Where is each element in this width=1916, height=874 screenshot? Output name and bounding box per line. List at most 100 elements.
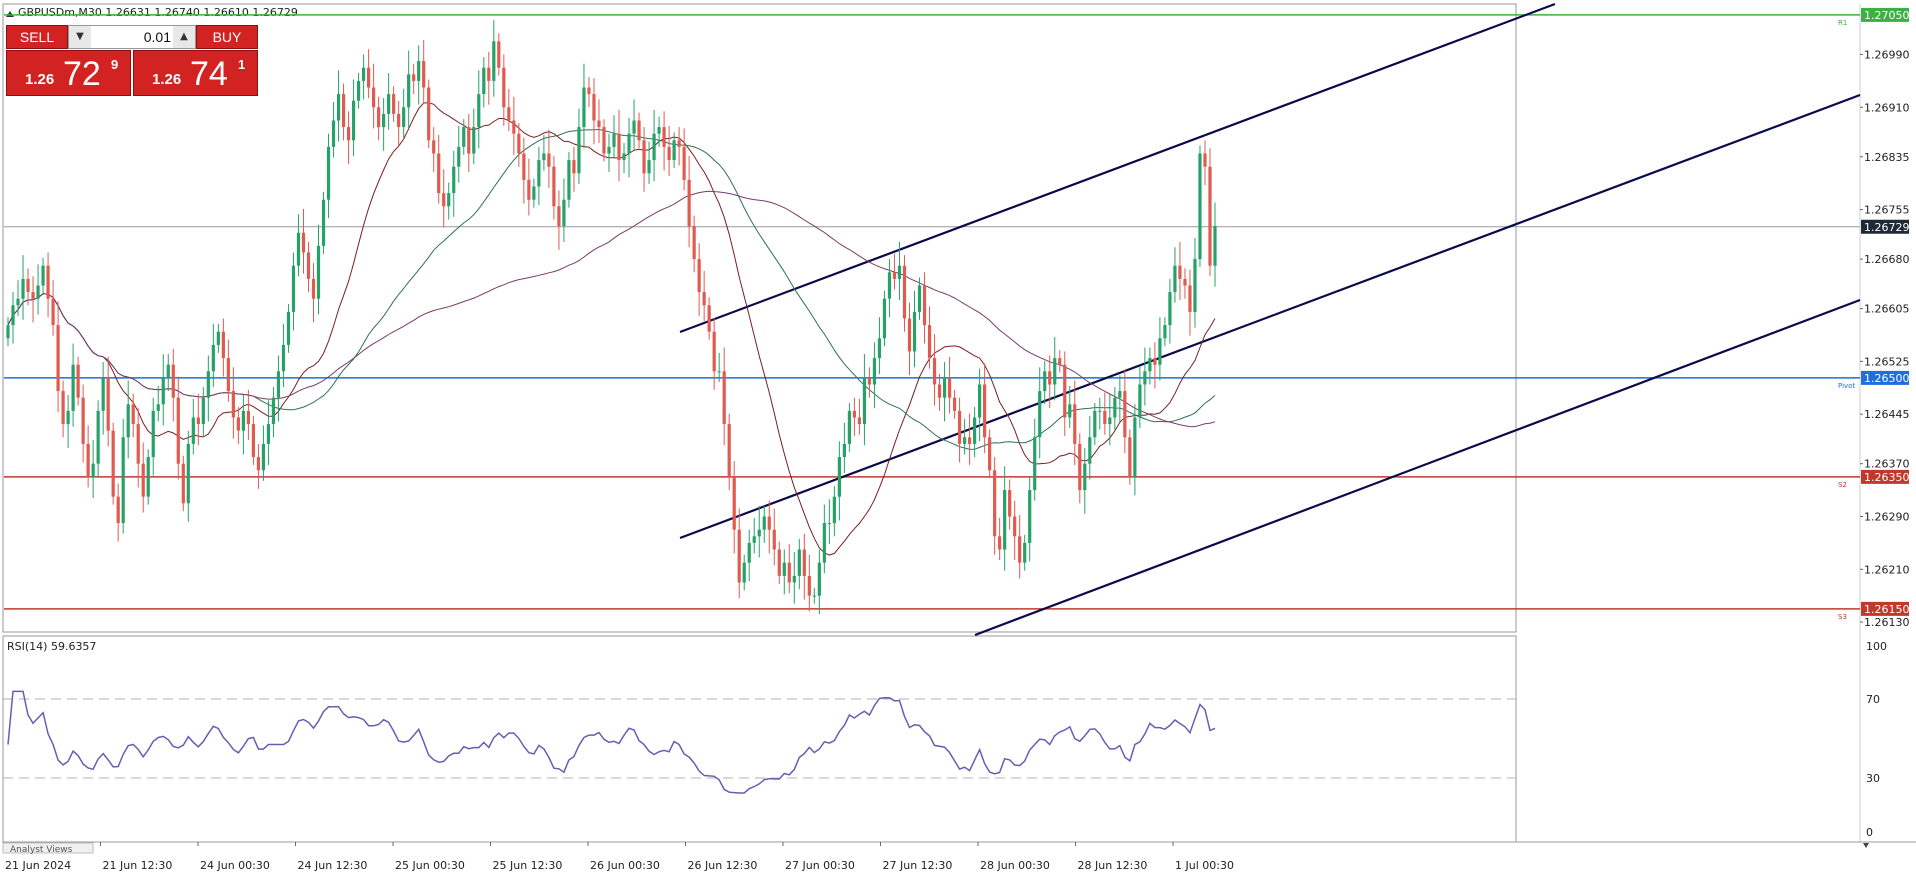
- price-axis-label: 1.26990: [1864, 48, 1910, 61]
- candle: [842, 422, 846, 473]
- time-axis-label: 26 Jun 12:30: [688, 859, 758, 872]
- candle: [366, 49, 371, 99]
- candle: [802, 533, 806, 600]
- sell-button[interactable]: SELL: [6, 25, 68, 49]
- candle: [837, 441, 841, 521]
- candle: [1088, 416, 1092, 480]
- candle: [442, 169, 446, 228]
- candle: [747, 529, 751, 582]
- candle: [392, 86, 396, 122]
- candle: [622, 142, 626, 174]
- candle: [727, 413, 731, 491]
- candle: [988, 429, 992, 479]
- candle: [1043, 360, 1047, 405]
- channel-line-1[interactable]: [679, 2, 1556, 334]
- candle: [356, 72, 361, 109]
- candle: [296, 214, 301, 277]
- lot-decrease-icon[interactable]: ▼: [69, 26, 91, 48]
- candle: [902, 255, 907, 332]
- candle: [607, 133, 611, 172]
- price-axis-label: 1.26910: [1864, 101, 1910, 114]
- candle: [562, 178, 566, 242]
- candle: [1053, 336, 1057, 401]
- candle: [1213, 202, 1217, 287]
- scroll-down-icon[interactable]: [1863, 843, 1869, 848]
- candle: [937, 373, 942, 411]
- candle: [186, 430, 190, 522]
- price-axis-label: 1.26370: [1864, 458, 1910, 471]
- sell-price-big: 72: [63, 55, 101, 93]
- candle: [692, 215, 696, 273]
- price-axis-label: 1.26835: [1864, 151, 1910, 164]
- candle: [857, 399, 862, 435]
- candle: [637, 112, 641, 149]
- candle: [877, 317, 882, 374]
- candle: [952, 389, 957, 419]
- chart-canvas[interactable]: GBPUSDm,M30 1.26631 1.26740 1.26610 1.26…: [0, 0, 1916, 874]
- candle: [1058, 350, 1062, 373]
- candle: [171, 348, 175, 422]
- candlestick-series: [6, 20, 1217, 615]
- channel-lines[interactable]: [679, 2, 1861, 637]
- candle: [251, 416, 256, 466]
- sell-price-button[interactable]: 1.26 72 9: [6, 50, 131, 96]
- candle: [1148, 347, 1152, 385]
- time-axis: 21 Jun 2024 21 Jun 12:30 24 Jun 00:30 24 Ju…: [2, 842, 1234, 872]
- candle: [487, 51, 491, 105]
- candle: [642, 127, 646, 192]
- candle: [767, 500, 771, 554]
- chart-header: GBPUSDm,M30 1.26631 1.26740 1.26610 1.26…: [6, 6, 298, 19]
- candle: [51, 280, 55, 336]
- price-axis-label: 1.26210: [1864, 563, 1910, 576]
- candle: [1168, 278, 1172, 344]
- candle: [241, 395, 245, 455]
- candle: [467, 113, 471, 172]
- candle: [191, 399, 195, 455]
- candle: [81, 384, 85, 463]
- analyst-views-tab[interactable]: Analyst Views: [2, 842, 94, 855]
- time-axis-label: 24 Jun 00:30: [200, 859, 270, 872]
- candle: [577, 108, 581, 184]
- candle: [306, 241, 311, 293]
- candle: [101, 362, 105, 435]
- candle: [887, 259, 892, 318]
- lot-size-input[interactable]: ▼ 0.01 ▲: [68, 25, 196, 49]
- buy-price-button[interactable]: 1.26 74 1: [133, 50, 258, 96]
- candle: [822, 504, 826, 574]
- candle: [482, 57, 486, 108]
- candle: [246, 389, 250, 440]
- candle: [492, 20, 496, 97]
- candle: [722, 347, 726, 446]
- candle: [432, 127, 436, 172]
- candle: [862, 354, 867, 446]
- candle: [922, 272, 927, 344]
- channel-line-3[interactable]: [974, 298, 1861, 637]
- candle: [567, 152, 571, 208]
- candle: [1158, 317, 1162, 381]
- analyst-views-label: Analyst Views: [10, 845, 73, 855]
- candle: [351, 79, 356, 157]
- price-axis-label: 1.26680: [1864, 253, 1910, 266]
- candle: [1133, 404, 1137, 496]
- candle: [993, 457, 997, 555]
- candle: [166, 354, 170, 392]
- candle: [957, 397, 962, 463]
- channel-line-2[interactable]: [679, 93, 1861, 540]
- candle: [677, 127, 681, 166]
- candle: [1143, 347, 1147, 406]
- price-axis-label: 1.26755: [1864, 204, 1910, 217]
- candle: [662, 111, 666, 171]
- time-axis-label: 25 Jun 12:30: [493, 859, 563, 872]
- candle: [361, 54, 366, 100]
- candle: [412, 63, 416, 95]
- collapse-arrow-icon: [6, 11, 14, 17]
- candle: [772, 508, 776, 566]
- candle: [1153, 342, 1157, 389]
- lot-increase-icon[interactable]: ▲: [173, 26, 195, 48]
- candle: [1173, 247, 1177, 303]
- horizontal-levels: R1 Pivot S2 S3: [4, 14, 1860, 621]
- buy-button[interactable]: BUY: [196, 25, 258, 49]
- candle: [852, 397, 857, 436]
- rsi-panel: RSI(14) 59.6357 100 70 30 0: [3, 640, 1887, 839]
- candle: [346, 111, 351, 165]
